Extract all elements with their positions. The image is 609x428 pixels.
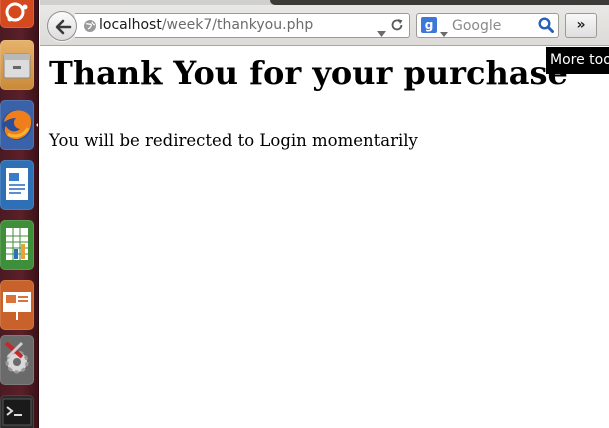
url-path: /week7/thankyou.php bbox=[161, 17, 314, 33]
url-host: localhost bbox=[99, 17, 162, 33]
unity-launcher bbox=[0, 0, 39, 428]
back-arrow-icon bbox=[55, 19, 72, 35]
impress-icon[interactable] bbox=[0, 280, 34, 330]
back-button[interactable] bbox=[47, 11, 77, 41]
google-engine-icon[interactable]: g bbox=[421, 17, 437, 33]
search-input[interactable] bbox=[452, 16, 534, 36]
system-settings-icon[interactable] bbox=[0, 335, 34, 385]
active-indicator bbox=[36, 121, 38, 129]
firefox-icon[interactable] bbox=[0, 100, 34, 150]
terminal-icon[interactable] bbox=[0, 395, 34, 428]
file-manager-icon[interactable] bbox=[0, 40, 34, 90]
calc-icon[interactable] bbox=[0, 220, 34, 270]
reload-icon[interactable] bbox=[390, 17, 404, 36]
ubuntu-logo-icon[interactable] bbox=[0, 0, 34, 28]
redirect-message: You will be redirected to Login momentar… bbox=[49, 131, 418, 150]
engine-dropdown-icon[interactable] bbox=[440, 22, 448, 41]
url-text[interactable]: localhost/week7/thankyou.php bbox=[99, 17, 313, 33]
overflow-chevron-button[interactable]: » bbox=[565, 13, 597, 38]
url-history-dropdown-icon[interactable] bbox=[377, 22, 386, 41]
writer-icon[interactable] bbox=[0, 160, 34, 210]
search-icon[interactable] bbox=[538, 17, 554, 37]
page-heading: Thank You for your purchase bbox=[49, 54, 568, 92]
globe-icon[interactable] bbox=[83, 18, 97, 37]
